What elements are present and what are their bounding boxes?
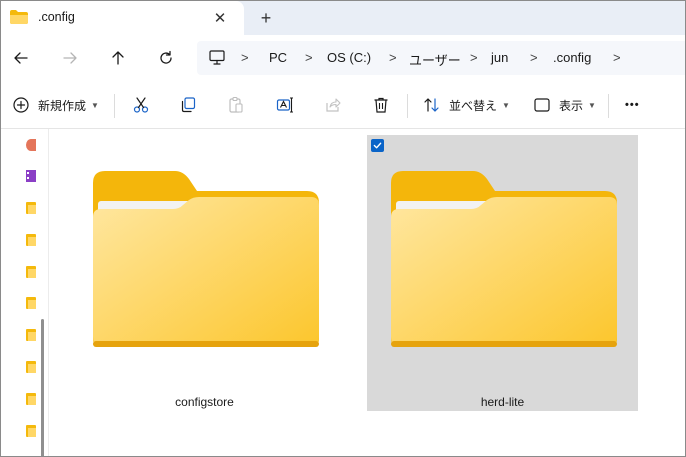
- scissors-icon: [133, 97, 149, 113]
- folder-icon[interactable]: [26, 202, 36, 214]
- breadcrumb-jun[interactable]: jun: [491, 50, 508, 65]
- breadcrumb-config[interactable]: .config: [553, 50, 591, 65]
- folder-icon[interactable]: [26, 329, 36, 341]
- selection-checkbox[interactable]: [371, 139, 384, 152]
- share-icon: [326, 98, 341, 112]
- folder-item-herd-lite[interactable]: herd-lite: [367, 135, 638, 411]
- sort-label: 並べ替え: [449, 98, 498, 113]
- sidebar-scrollbar[interactable]: [41, 319, 44, 456]
- large-folder-icon: [93, 171, 319, 347]
- navigation-pane: [1, 129, 49, 456]
- view-icon: [534, 98, 550, 112]
- folder-icon[interactable]: [26, 393, 36, 405]
- folder-icon: [10, 10, 28, 24]
- view-label: 表示: [559, 98, 584, 113]
- address-bar[interactable]: > PC > OS (C:) > ユーザー > jun > .config >: [197, 41, 685, 75]
- chevron-down-icon: ▼: [588, 100, 596, 110]
- up-button[interactable]: [104, 45, 132, 71]
- folder-name: configstore: [175, 395, 234, 409]
- home-icon[interactable]: [26, 139, 36, 151]
- file-list: configstore herd-lite: [49, 129, 685, 456]
- copy-icon: [181, 97, 196, 113]
- delete-button[interactable]: [372, 94, 390, 116]
- folder-name: herd-lite: [480, 395, 525, 409]
- new-tab-button[interactable]: +: [254, 6, 278, 30]
- view-button[interactable]: 表示 ▼: [533, 94, 596, 116]
- rename-button[interactable]: [276, 94, 294, 116]
- tab-title: .config: [38, 10, 75, 24]
- share-button[interactable]: [324, 94, 342, 116]
- sort-button[interactable]: 並べ替え ▼: [423, 94, 510, 116]
- command-bar: 新規作成 ▼ 並べ替え ▼ 表示 ▼ •••: [1, 82, 685, 129]
- back-button[interactable]: [7, 45, 35, 71]
- breadcrumb-separator: >: [389, 50, 397, 65]
- monitor-icon: [209, 50, 225, 65]
- folder-icon[interactable]: [26, 425, 36, 437]
- breadcrumb-separator: >: [305, 50, 313, 65]
- navigation-bar: > PC > OS (C:) > ユーザー > jun > .config >: [1, 35, 685, 82]
- arrow-right-icon: [63, 52, 77, 64]
- videos-folder-icon[interactable]: [26, 170, 36, 182]
- paste-button[interactable]: [227, 94, 245, 116]
- refresh-button[interactable]: [152, 45, 180, 71]
- tab-bar: .config ✕ +: [1, 1, 685, 35]
- breadcrumb-separator: >: [530, 50, 538, 65]
- sort-icon: [424, 98, 439, 112]
- checkmark-icon: [373, 142, 382, 149]
- breadcrumb-pc[interactable]: PC: [269, 50, 287, 65]
- new-label: 新規作成: [38, 98, 87, 113]
- chevron-down-icon: ▼: [91, 100, 99, 110]
- arrow-up-icon: [112, 51, 124, 65]
- large-folder-icon: [391, 171, 617, 347]
- folder-icon[interactable]: [26, 234, 36, 246]
- cut-button[interactable]: [132, 94, 150, 116]
- arrow-left-icon: [14, 52, 28, 64]
- breadcrumb-separator: >: [470, 50, 478, 65]
- folder-icon[interactable]: [26, 266, 36, 278]
- copy-button[interactable]: [179, 94, 197, 116]
- more-options-button[interactable]: •••: [625, 94, 640, 116]
- toolbar-divider: [114, 94, 115, 118]
- breadcrumb-separator: >: [613, 50, 621, 65]
- forward-button[interactable]: [56, 45, 84, 71]
- breadcrumb-users[interactable]: ユーザー: [409, 50, 461, 69]
- folder-icon[interactable]: [26, 361, 36, 373]
- folder-icon[interactable]: [26, 297, 36, 309]
- plus-circle-icon: [13, 97, 29, 113]
- folder-item-configstore[interactable]: configstore: [69, 135, 340, 411]
- toolbar-divider: [608, 94, 609, 118]
- toolbar-divider: [407, 94, 408, 118]
- refresh-icon: [160, 50, 172, 64]
- clipboard-icon: [229, 96, 243, 113]
- trash-icon: [374, 97, 388, 113]
- close-tab-button[interactable]: ✕: [209, 7, 231, 29]
- tab-config[interactable]: .config ✕: [1, 1, 244, 35]
- new-button[interactable]: 新規作成 ▼: [12, 94, 99, 116]
- rename-icon: [276, 97, 293, 113]
- breadcrumb-separator: >: [241, 50, 249, 65]
- chevron-down-icon: ▼: [502, 100, 510, 110]
- file-explorer-window: .config ✕ + > PC > OS (C:) > ユーザー > jun …: [0, 0, 686, 457]
- breadcrumb-os-drive[interactable]: OS (C:): [327, 50, 371, 65]
